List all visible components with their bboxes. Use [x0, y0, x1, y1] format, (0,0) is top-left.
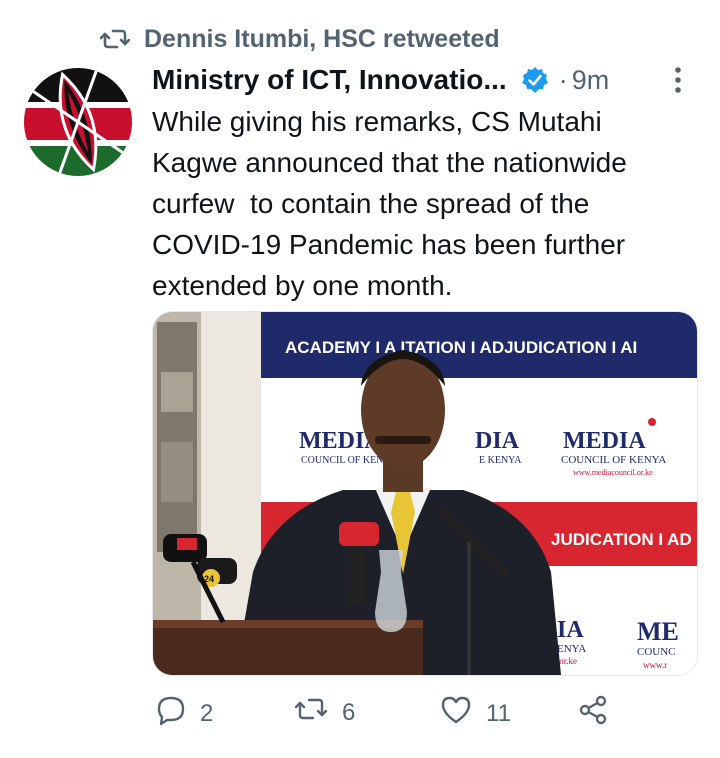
retweet-count: 6 [342, 698, 356, 726]
retweet-button[interactable]: 6 [294, 695, 355, 730]
svg-text:COUNC: COUNC [637, 646, 676, 658]
tweet-text: While giving his remarks, CS Mutahi Kagw… [152, 106, 627, 301]
heart-icon [440, 695, 472, 732]
retweet-banner[interactable]: Dennis Itumbi, HSC retweeted [100, 22, 500, 56]
backdrop-top-text: ACADEMY I A ITATION I ADJUDICATION I AI [285, 338, 637, 357]
reply-count: 2 [200, 699, 214, 727]
more-vertical-icon[interactable] [674, 66, 682, 99]
account-name[interactable]: Ministry of ICT, Innovatio... [152, 64, 507, 96]
backdrop-mid-text: JUDICATION I AD [551, 530, 692, 549]
svg-text:ME: ME [637, 617, 679, 646]
tweet-header: Ministry of ICT, Innovatio... · 9m [152, 60, 692, 100]
share-button[interactable] [578, 695, 608, 732]
svg-text:ENYA: ENYA [557, 643, 586, 655]
press-conference-photo: ACADEMY I A ITATION I ADJUDICATION I AI … [153, 312, 697, 675]
share-icon [578, 695, 608, 732]
svg-text:DIA: DIA [475, 428, 520, 454]
svg-text:COUNCIL OF KENYA: COUNCIL OF KENYA [561, 454, 666, 466]
tweet-media-photo[interactable]: ACADEMY I A ITATION I ADJUDICATION I AI … [152, 311, 698, 676]
reply-icon [156, 695, 186, 732]
reply-button[interactable]: 2 [156, 695, 213, 732]
retweet-icon [100, 26, 130, 52]
svg-text:E KENYA: E KENYA [479, 455, 522, 466]
svg-text:www.r: www.r [643, 660, 667, 670]
kenya-flag-avatar [24, 68, 132, 176]
retweet-icon [294, 695, 328, 730]
svg-text:IA: IA [557, 617, 584, 643]
timestamp[interactable]: 9m [572, 65, 610, 96]
verified-badge-icon [521, 66, 549, 94]
tweet-actions: 2 6 11 [154, 695, 674, 735]
time-separator: · [558, 64, 568, 95]
svg-text:www.mediacouncil.or.ke: www.mediacouncil.or.ke [573, 468, 653, 477]
like-button[interactable]: 11 [440, 695, 511, 732]
svg-text:MEDIA: MEDIA [563, 428, 646, 454]
like-count: 11 [486, 699, 511, 727]
media-council-logo: DIA E KENYA [475, 428, 522, 466]
svg-text:.or.ke: .or.ke [557, 656, 577, 666]
retweeted-by-text[interactable]: Dennis Itumbi, HSC retweeted [144, 25, 500, 54]
avatar[interactable] [24, 68, 132, 176]
